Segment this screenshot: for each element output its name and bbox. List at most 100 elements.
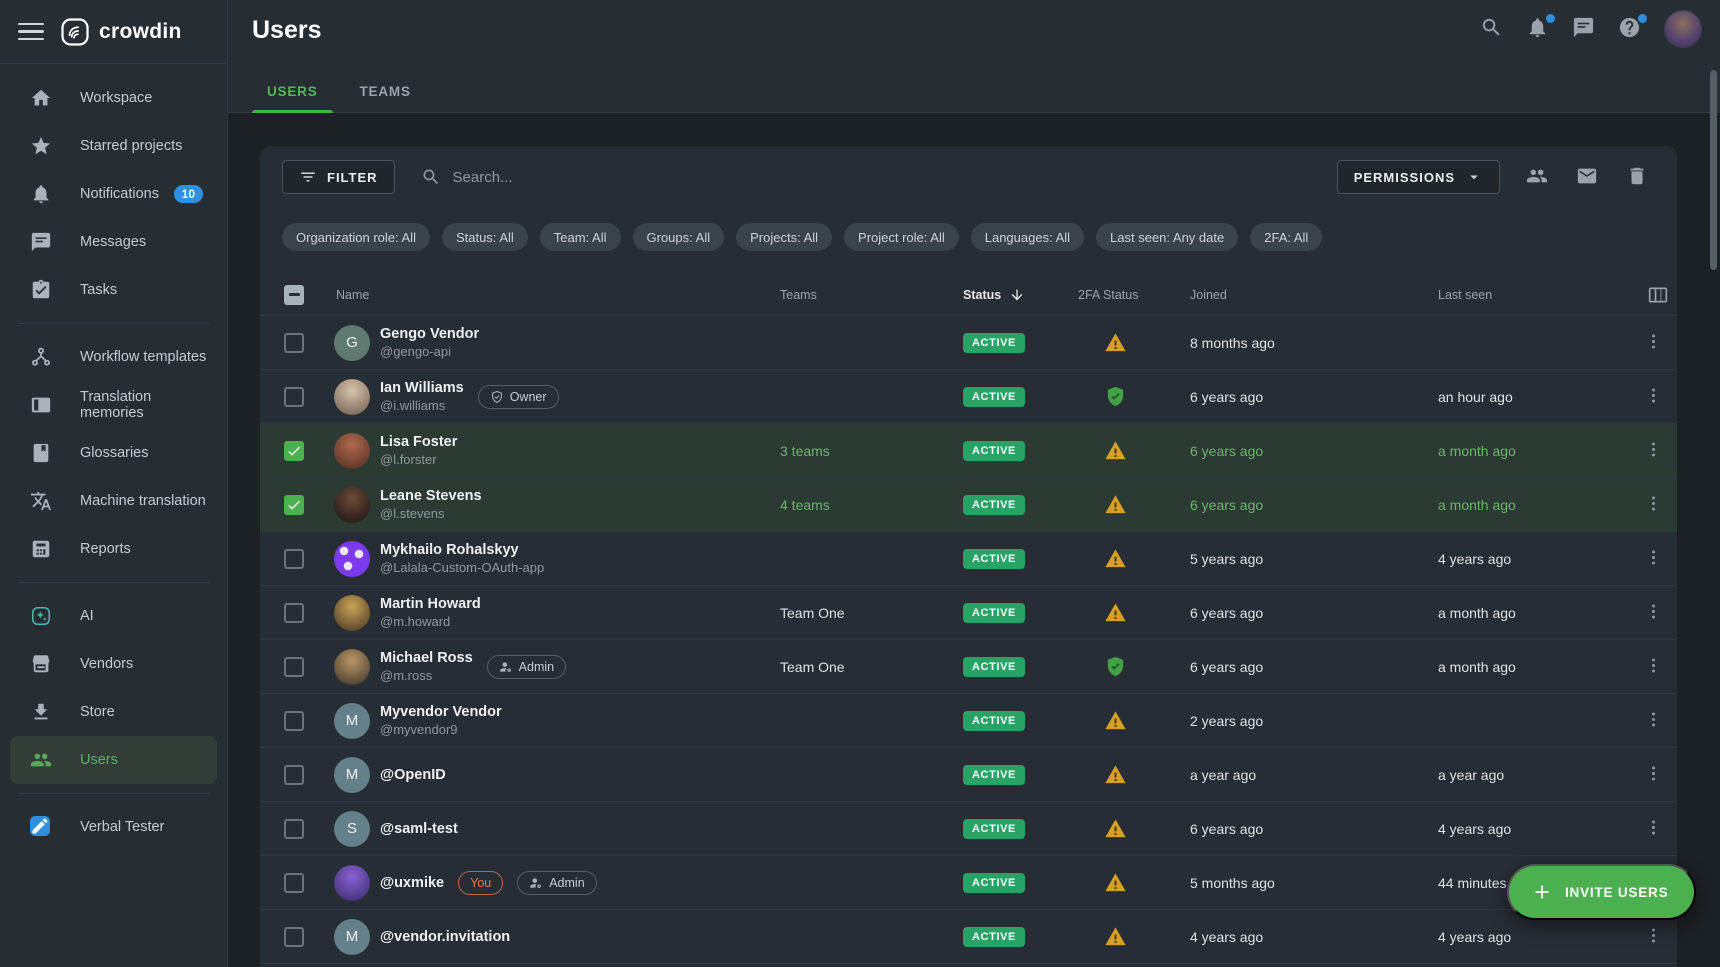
- sidebar-item-vendors[interactable]: Vendors: [10, 640, 217, 688]
- filter-chip-languages[interactable]: Languages: All: [971, 223, 1084, 251]
- row-actions-kebab-icon[interactable]: [1644, 386, 1664, 408]
- user-name: Mykhailo Rohalskyy: [380, 541, 544, 559]
- select-all-cell: [260, 285, 320, 305]
- filter-button[interactable]: FILTER: [282, 160, 395, 194]
- row-checkbox[interactable]: [284, 711, 304, 731]
- store-icon: [30, 701, 52, 723]
- filter-chip-last-seen[interactable]: Last seen: Any date: [1096, 223, 1238, 251]
- sidebar-item-tasks[interactable]: Tasks: [10, 266, 217, 314]
- tab-teams[interactable]: TEAMS: [345, 72, 426, 113]
- row-checkbox[interactable]: [284, 441, 304, 461]
- teams-cell[interactable]: 3 teams: [780, 443, 963, 459]
- column-header-joined[interactable]: Joined: [1190, 288, 1438, 302]
- messages-icon[interactable]: [1572, 16, 1598, 42]
- invite-users-button[interactable]: INVITE USERS: [1507, 864, 1696, 920]
- row-checkbox[interactable]: [284, 873, 304, 893]
- table-row: Lisa Foster@l.forster3 teamsACTIVE6 year…: [260, 424, 1677, 478]
- verbal-tester-icon: [30, 816, 52, 838]
- filter-chip-project-role[interactable]: Project role: All: [844, 223, 959, 251]
- permissions-dropdown[interactable]: PERMISSIONS: [1337, 160, 1500, 194]
- row-actions-kebab-icon[interactable]: [1644, 332, 1664, 354]
- mail-icon[interactable]: [1576, 165, 1600, 189]
- teams-cell[interactable]: 4 teams: [780, 497, 963, 513]
- row-actions-kebab-icon[interactable]: [1644, 764, 1664, 786]
- row-checkbox[interactable]: [284, 333, 304, 353]
- sidebar-item-reports[interactable]: Reports: [10, 525, 217, 573]
- row-checkbox[interactable]: [284, 495, 304, 515]
- row-actions-kebab-icon[interactable]: [1644, 818, 1664, 840]
- teams-cell[interactable]: Team One: [780, 659, 963, 675]
- select-all-checkbox[interactable]: [284, 285, 304, 305]
- notifications-icon: [30, 183, 52, 205]
- teams-cell[interactable]: Team One: [780, 605, 963, 621]
- 2fa-warning-icon: [1104, 439, 1127, 462]
- row-checkbox[interactable]: [284, 657, 304, 677]
- crowdin-logo: crowdin: [60, 17, 182, 47]
- column-header-2fa[interactable]: 2FA Status: [1078, 288, 1190, 302]
- sidebar-item-verbal-tester[interactable]: Verbal Tester: [10, 803, 217, 851]
- row-actions-kebab-icon[interactable]: [1644, 602, 1664, 624]
- row-checkbox[interactable]: [284, 765, 304, 785]
- sidebar-item-machine-translation[interactable]: Machine translation: [10, 477, 217, 525]
- table-row: Mykhailo Rohalskyy@Lalala-Custom-OAuth-a…: [260, 532, 1677, 586]
- row-actions-kebab-icon[interactable]: [1644, 656, 1664, 678]
- chevron-down-icon: [1465, 168, 1483, 186]
- filter-chip-projects[interactable]: Projects: All: [736, 223, 832, 251]
- row-checkbox[interactable]: [284, 387, 304, 407]
- sidebar-item-ai[interactable]: AI: [10, 592, 217, 640]
- sidebar-item-glossaries[interactable]: Glossaries: [10, 429, 217, 477]
- column-header-teams[interactable]: Teams: [780, 288, 963, 302]
- tab-users[interactable]: USERS: [252, 72, 333, 113]
- columns-settings-icon[interactable]: [1648, 285, 1668, 305]
- vertical-scrollbar[interactable]: [1710, 70, 1717, 270]
- row-actions-kebab-icon[interactable]: [1644, 548, 1664, 570]
- row-actions-kebab-icon[interactable]: [1644, 440, 1664, 462]
- sidebar-item-workflow-templates[interactable]: Workflow templates: [10, 333, 217, 381]
- sidebar-item-notifications[interactable]: Notifications10: [10, 170, 217, 218]
- delete-icon[interactable]: [1626, 165, 1650, 189]
- filter-chip-status[interactable]: Status: All: [442, 223, 528, 251]
- joined-cell: 8 months ago: [1190, 335, 1438, 351]
- row-actions-kebab-icon[interactable]: [1644, 494, 1664, 516]
- help-icon[interactable]: [1618, 16, 1644, 42]
- you-badge: You: [458, 871, 503, 895]
- status-badge: ACTIVE: [963, 873, 1025, 893]
- sidebar-item-messages[interactable]: Messages: [10, 218, 217, 266]
- sidebar-item-starred-projects[interactable]: Starred projects: [10, 122, 217, 170]
- filter-chip-groups[interactable]: Groups: All: [633, 223, 725, 251]
- row-checkbox[interactable]: [284, 819, 304, 839]
- sidebar-item-translation-memories[interactable]: Translation memories: [10, 381, 217, 429]
- column-header-status[interactable]: Status: [963, 287, 1078, 303]
- sidebar-item-users[interactable]: Users: [10, 736, 217, 784]
- search-icon[interactable]: [1480, 16, 1506, 42]
- 2fa-warning-icon: [1104, 817, 1127, 840]
- status-badge: ACTIVE: [963, 819, 1025, 839]
- filter-chip-organization-role[interactable]: Organization role: All: [282, 223, 430, 251]
- sidebar-item-store[interactable]: Store: [10, 688, 217, 736]
- row-checkbox[interactable]: [284, 603, 304, 623]
- status-badge: ACTIVE: [963, 333, 1025, 353]
- add-to-team-icon[interactable]: [1526, 165, 1550, 189]
- row-actions-kebab-icon[interactable]: [1644, 710, 1664, 732]
- user-handle: @vendor.invitation: [380, 928, 510, 946]
- sidebar-item-workspace[interactable]: Workspace: [10, 74, 217, 122]
- search-input[interactable]: [453, 169, 753, 186]
- hamburger-menu-icon[interactable]: [18, 19, 44, 45]
- status-badge: ACTIVE: [963, 387, 1025, 407]
- column-header-last-seen[interactable]: Last seen: [1438, 288, 1630, 302]
- sidebar-item-label: Notifications: [80, 186, 159, 202]
- row-checkbox[interactable]: [284, 549, 304, 569]
- user-avatar[interactable]: [1664, 10, 1702, 48]
- column-header-name[interactable]: Name: [320, 288, 780, 302]
- translation-memories-icon: [30, 394, 52, 416]
- filter-chip-2fa[interactable]: 2FA: All: [1250, 223, 1322, 251]
- column-settings-cell: [1630, 285, 1677, 305]
- filter-chip-team[interactable]: Team: All: [540, 223, 621, 251]
- joined-cell: 6 years ago: [1190, 497, 1438, 513]
- row-actions-kebab-icon[interactable]: [1644, 926, 1664, 948]
- last-seen-cell: 4 years ago: [1438, 929, 1630, 945]
- sidebar-divider: [18, 323, 209, 324]
- row-checkbox[interactable]: [284, 927, 304, 947]
- notifications-icon[interactable]: [1526, 16, 1552, 42]
- user-name: Ian Williams: [380, 379, 464, 397]
